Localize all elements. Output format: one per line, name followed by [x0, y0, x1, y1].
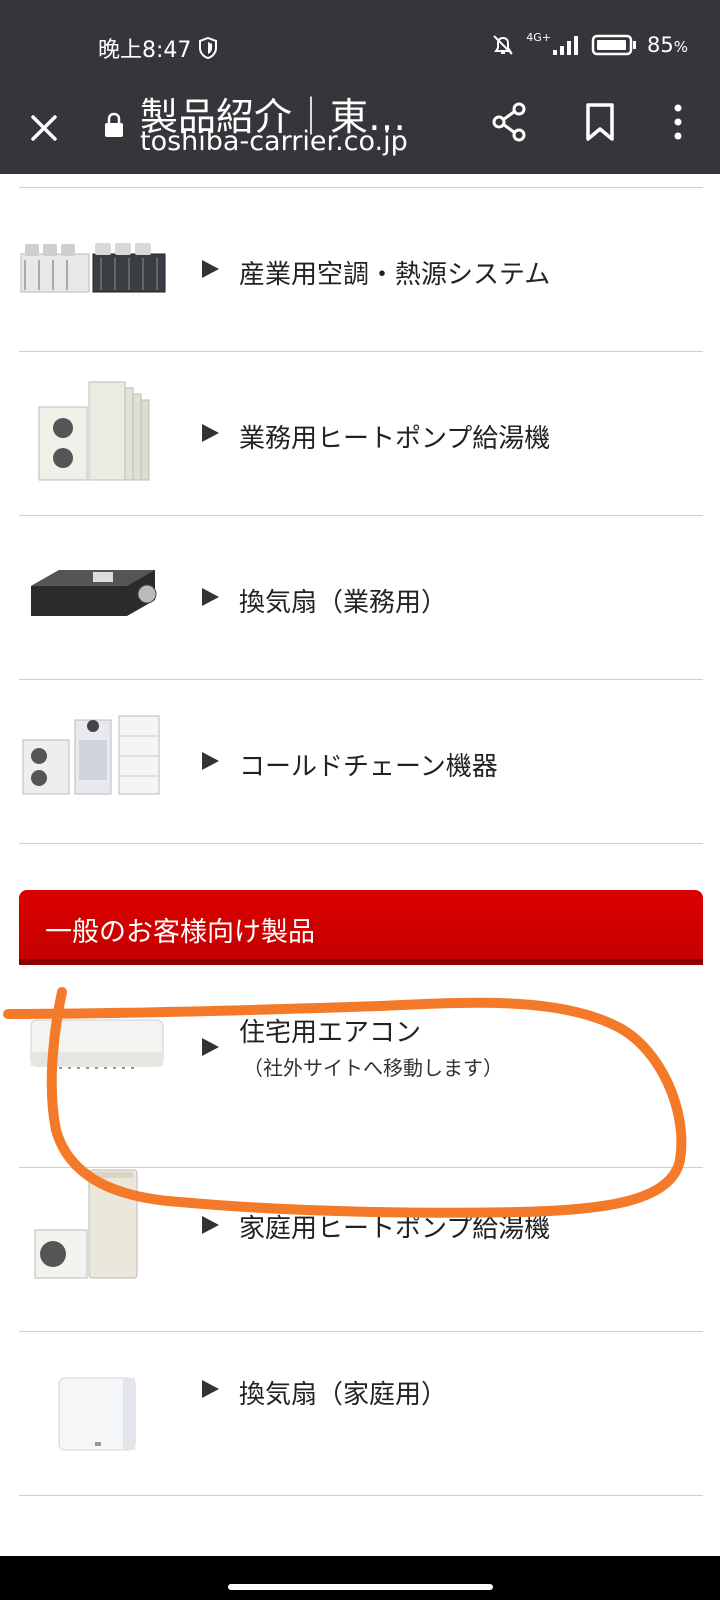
- play-arrow-icon: [202, 752, 219, 770]
- lock-icon: [105, 112, 123, 137]
- battery-level: 85%: [647, 33, 688, 57]
- status-bar: 晚上8:47 4G+ 85%: [0, 0, 720, 92]
- play-arrow-icon: [202, 424, 219, 442]
- play-arrow-icon: [202, 260, 219, 278]
- close-icon[interactable]: [22, 106, 66, 150]
- home-gesture-handle[interactable]: [228, 1584, 493, 1590]
- status-time-group: 晚上8:47: [98, 32, 219, 64]
- page-content: 産業用空調・熱源システム 業務用ヒートポンプ給湯機 換気扇（業務用） コールドチ…: [0, 174, 720, 1556]
- product-row-home-ventilation[interactable]: 換気扇（家庭用）: [19, 1332, 703, 1495]
- product-label[interactable]: 業務用ヒートポンプ給湯機: [239, 418, 550, 455]
- product-row-cold-chain[interactable]: コールドチェーン機器: [19, 680, 703, 843]
- product-row-residential-aircon[interactable]: 住宅用エアコン （社外サイトへ移動します）: [19, 980, 703, 1143]
- browser-toolbar: 製品紹介｜東… toshiba-carrier.co.jp: [0, 92, 720, 174]
- muted-bell-icon: [493, 35, 513, 55]
- product-label[interactable]: 換気扇（家庭用）: [239, 1374, 447, 1411]
- play-arrow-icon: [202, 588, 219, 606]
- home-ventilation-fan-image: [58, 1377, 136, 1451]
- product-row-commercial-heat-pump[interactable]: 業務用ヒートポンプ給湯機: [19, 352, 703, 515]
- battery-icon: [591, 34, 636, 56]
- product-label[interactable]: 産業用空調・熱源システム: [239, 254, 550, 291]
- status-indicators: 4G+ 85%: [490, 30, 688, 58]
- more-vert-icon[interactable]: [666, 100, 690, 144]
- industrial-chiller-image: [20, 243, 166, 293]
- home-heat-pump-water-heater-image: [34, 1169, 138, 1279]
- play-arrow-icon: [202, 1038, 219, 1056]
- page-domain[interactable]: toshiba-carrier.co.jp: [140, 126, 408, 157]
- shield-icon: [199, 36, 218, 60]
- network-type: 4G+: [526, 30, 551, 44]
- commercial-heat-pump-image: [38, 381, 150, 481]
- cold-chain-equipment-image: [22, 715, 160, 795]
- bookmark-icon[interactable]: [578, 100, 622, 144]
- divider: [19, 843, 703, 844]
- play-arrow-icon: [202, 1216, 219, 1234]
- signal-icon: [553, 36, 578, 55]
- external-site-note: （社外サイトへ移動します）: [243, 1056, 503, 1080]
- divider: [19, 1495, 703, 1496]
- section-title: 一般のお客様向け製品: [45, 917, 315, 948]
- product-row-industrial-hvac[interactable]: 産業用空調・熱源システム: [19, 188, 703, 351]
- product-row-home-heat-pump[interactable]: 家庭用ヒートポンプ給湯機: [19, 1168, 703, 1331]
- section-header-consumer: 一般のお客様向け製品: [19, 890, 703, 965]
- navigation-bar: [0, 1556, 720, 1600]
- product-label[interactable]: 換気扇（業務用）: [239, 582, 447, 619]
- product-row-commercial-ventilation[interactable]: 換気扇（業務用）: [19, 516, 703, 679]
- commercial-ventilation-fan-image: [31, 570, 157, 616]
- product-label[interactable]: 住宅用エアコン: [239, 1012, 421, 1049]
- product-label[interactable]: コールドチェーン機器: [239, 746, 498, 783]
- product-label[interactable]: 家庭用ヒートポンプ給湯機: [239, 1208, 550, 1245]
- share-icon[interactable]: [488, 100, 532, 144]
- status-time: 晚上8:47: [98, 38, 192, 63]
- residential-air-conditioner-image: [30, 1019, 164, 1069]
- play-arrow-icon: [202, 1380, 219, 1398]
